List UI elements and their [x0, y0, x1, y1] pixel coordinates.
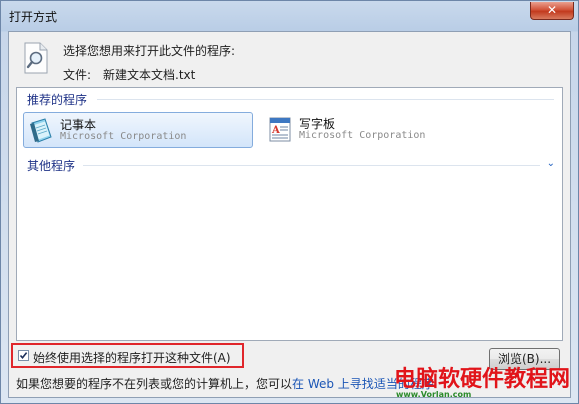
close-icon: ✕ [546, 3, 558, 17]
chevron-down-icon[interactable]: ⌄ [547, 158, 555, 169]
group-divider [83, 165, 540, 166]
watermark-url: www.Vorlan.com [396, 390, 472, 399]
always-use-highlight[interactable]: 始终使用选择的程序打开这种文件(A) [11, 343, 244, 368]
title-bar[interactable]: 打开方式 ✕ [1, 1, 579, 31]
close-button[interactable]: ✕ [530, 2, 574, 20]
svg-text:A: A [271, 125, 280, 136]
group-header-recommended[interactable]: 推荐的程序 [27, 91, 87, 108]
always-use-label[interactable]: 始终使用选择的程序打开这种文件(A) [33, 349, 231, 366]
group-divider [97, 99, 554, 100]
window-title: 打开方式 [9, 10, 58, 24]
open-with-dialog: 打开方式 ✕ 选择您想用来打开此文件的程序: 文件: 新建文本文档.txt 推荐… [0, 0, 579, 404]
program-vendor: Microsoft Corporation [299, 130, 426, 141]
hint-text-body: 如果您想要的程序不在列表或您的计算机上，您可以 [16, 377, 293, 391]
wordpad-icon: A [269, 117, 291, 142]
group-header-other[interactable]: 其他程序 [27, 157, 75, 174]
dialog-body: 选择您想用来打开此文件的程序: 文件: 新建文本文档.txt 推荐的程序 记事本… [8, 31, 571, 398]
prompt-text: 选择您想用来打开此文件的程序: [63, 44, 236, 58]
always-use-checkbox[interactable] [18, 350, 29, 361]
watermark: 电脑软硬件教程网 [394, 367, 571, 392]
hint-text: 如果您想要的程序不在列表或您的计算机上，您可以在 Web 上寻找适当的程序 [16, 375, 434, 392]
program-item-wordpad[interactable]: A 写字板 Microsoft Corporation [263, 112, 493, 148]
program-list[interactable]: 推荐的程序 记事本 Microsoft Corporation A 写字板 Mi… [16, 87, 563, 341]
file-label: 文件: [63, 68, 92, 82]
link-text[interactable]: 在 Web 上寻找 [292, 377, 374, 391]
program-item-notepad[interactable]: 记事本 Microsoft Corporation [23, 112, 253, 148]
file-name: 新建文本文档.txt [103, 68, 196, 82]
program-vendor: Microsoft Corporation [60, 131, 187, 142]
checkmark-icon [19, 352, 28, 360]
notepad-icon [30, 118, 52, 143]
file-search-icon [24, 42, 48, 74]
